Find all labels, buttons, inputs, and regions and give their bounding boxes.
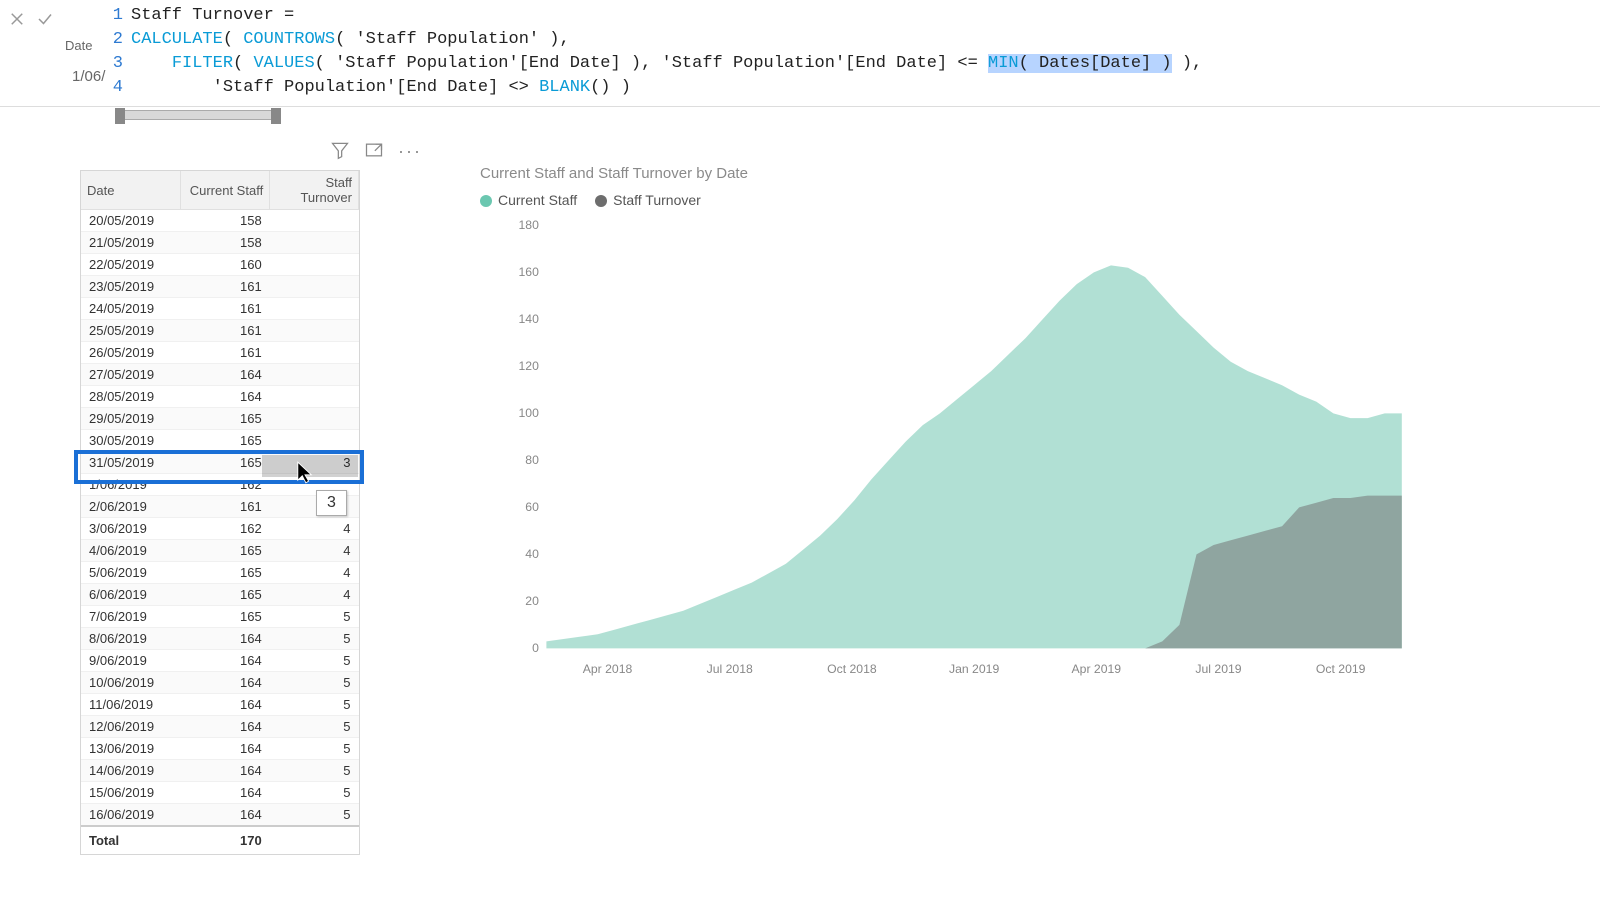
- svg-text:Jul 2019: Jul 2019: [1195, 662, 1241, 676]
- axis-value-date: 1/06/: [72, 68, 105, 85]
- svg-text:60: 60: [525, 500, 539, 514]
- legend-swatch-current: [480, 195, 492, 207]
- table-row[interactable]: 14/06/20191645: [81, 760, 359, 782]
- legend-label-current: Current Staff: [498, 192, 577, 208]
- table-row[interactable]: 6/06/20191654: [81, 584, 359, 606]
- table-row[interactable]: 15/06/20191645: [81, 782, 359, 804]
- dax-code[interactable]: 1Staff Turnover = 2CALCULATE( COUNTROWS(…: [105, 4, 1600, 106]
- date-slider[interactable]: [118, 110, 278, 120]
- table-row[interactable]: 16/06/20191645: [81, 804, 359, 827]
- table-row[interactable]: 11/06/20191645: [81, 694, 359, 716]
- table-row[interactable]: 31/05/20191653: [81, 452, 359, 474]
- table-row[interactable]: 23/05/2019161: [81, 276, 359, 298]
- formula-bar[interactable]: 1Staff Turnover = 2CALCULATE( COUNTROWS(…: [0, 0, 1600, 107]
- svg-text:Jan 2019: Jan 2019: [949, 662, 999, 676]
- legend-label-turnover: Staff Turnover: [613, 192, 701, 208]
- slider-handle-left[interactable]: [115, 108, 125, 124]
- table-total-row: Total 170: [81, 826, 359, 855]
- chart-title: Current Staff and Staff Turnover by Date: [480, 165, 1460, 182]
- table-row[interactable]: 10/06/20191645: [81, 672, 359, 694]
- svg-text:0: 0: [532, 641, 539, 655]
- col-date[interactable]: Date: [81, 171, 181, 210]
- table-row[interactable]: 12/06/20191645: [81, 716, 359, 738]
- svg-text:160: 160: [518, 265, 539, 279]
- svg-text:Oct 2018: Oct 2018: [827, 662, 877, 676]
- slider-handle-right[interactable]: [271, 108, 281, 124]
- svg-text:20: 20: [525, 594, 539, 608]
- svg-text:Apr 2018: Apr 2018: [583, 662, 633, 676]
- table-row[interactable]: 22/05/2019160: [81, 254, 359, 276]
- focus-mode-icon[interactable]: [364, 140, 384, 163]
- svg-text:100: 100: [518, 406, 539, 420]
- table-header-row: Date Current Staff Staff Turnover: [81, 171, 359, 210]
- svg-text:Oct 2019: Oct 2019: [1316, 662, 1366, 676]
- svg-text:120: 120: [518, 359, 539, 373]
- more-options-icon[interactable]: ···: [398, 141, 422, 162]
- table-row[interactable]: 5/06/20191654: [81, 562, 359, 584]
- svg-text:180: 180: [518, 218, 539, 232]
- table-row[interactable]: 20/05/2019158: [81, 210, 359, 232]
- table-row[interactable]: 13/06/20191645: [81, 738, 359, 760]
- legend-swatch-turnover: [595, 195, 607, 207]
- chart-legend: Current Staff Staff Turnover: [480, 192, 1460, 208]
- table-row[interactable]: 8/06/20191645: [81, 628, 359, 650]
- table-row[interactable]: 9/06/20191645: [81, 650, 359, 672]
- commit-icon[interactable]: [36, 10, 54, 31]
- svg-text:40: 40: [525, 547, 539, 561]
- cancel-icon[interactable]: [8, 10, 26, 31]
- table-row[interactable]: 21/05/2019158: [81, 232, 359, 254]
- cell-tooltip: 3: [316, 490, 347, 516]
- table-row[interactable]: 4/06/20191654: [81, 540, 359, 562]
- table-row[interactable]: 25/05/2019161: [81, 320, 359, 342]
- mouse-cursor-icon: [296, 460, 314, 486]
- table-row[interactable]: 30/05/2019165: [81, 430, 359, 452]
- svg-text:140: 140: [518, 312, 539, 326]
- area-chart-visual[interactable]: Current Staff and Staff Turnover by Date…: [480, 165, 1460, 686]
- table-row[interactable]: 7/06/20191655: [81, 606, 359, 628]
- table-row[interactable]: 28/05/2019164: [81, 386, 359, 408]
- col-staff-turnover[interactable]: Staff Turnover: [270, 171, 359, 210]
- col-current-staff[interactable]: Current Staff: [181, 171, 270, 210]
- svg-text:Apr 2019: Apr 2019: [1072, 662, 1122, 676]
- filter-icon[interactable]: [330, 140, 350, 163]
- table-row[interactable]: 26/05/2019161: [81, 342, 359, 364]
- table-row[interactable]: 24/05/2019161: [81, 298, 359, 320]
- table-row[interactable]: 29/05/2019165: [81, 408, 359, 430]
- svg-text:80: 80: [525, 453, 539, 467]
- table-row[interactable]: 3/06/20191624: [81, 518, 359, 540]
- table-row[interactable]: 27/05/2019164: [81, 364, 359, 386]
- axis-label-date: Date: [65, 38, 92, 53]
- svg-text:Jul 2018: Jul 2018: [707, 662, 753, 676]
